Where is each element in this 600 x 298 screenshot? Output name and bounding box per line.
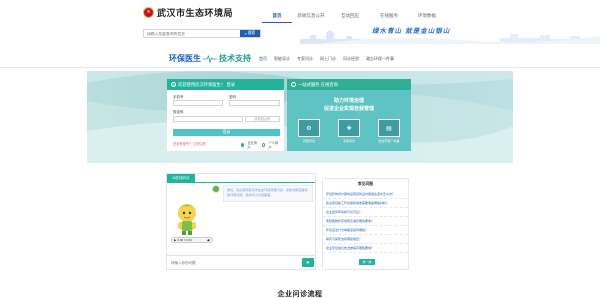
- nav-item-interaction[interactable]: 互动回应: [330, 11, 370, 23]
- refresh-faq-button[interactable]: 换一换: [359, 259, 375, 265]
- user-icon: ☺: [171, 82, 176, 87]
- search-input[interactable]: [144, 30, 240, 37]
- faq-item[interactable]: 企业如何申请排污许可证？: [323, 208, 408, 217]
- subnav-item-guide[interactable]: 智能导诊: [274, 56, 290, 62]
- service-item-one-thing[interactable]: ▤ 政企环保一件事: [372, 119, 406, 143]
- service-item-label: 专家问诊: [342, 139, 355, 143]
- document-icon: ▤: [378, 119, 400, 137]
- tab-ai-consult[interactable]: AI在线问诊: [167, 174, 195, 182]
- service-item-smart[interactable]: ⚙ 智能问诊: [292, 119, 326, 143]
- nav-item-news[interactable]: 新闻信息公开: [292, 11, 330, 23]
- faq-panel: 常见问题 环境影响评价审批后项目建设内容发生变化怎么办？ 建设项目竣工环境保护验…: [322, 178, 409, 270]
- nav-item-home[interactable]: 首页: [262, 11, 292, 23]
- chat-panel: AI在线问诊 你好，欢迎使用武汉市生态环境智能问诊！请告诉我您遇到的环保问题，我…: [166, 173, 316, 270]
- audio-player[interactable]: ▶ 0:00 / 0:00 ◀): [171, 237, 213, 243]
- service-item-label: 智能问诊: [302, 139, 315, 143]
- radio-personal[interactable]: [262, 143, 266, 147]
- section-nav: 首页 智能导诊 专家问诊 网上门诊 问诊经验 政企环保一件事: [259, 56, 394, 62]
- service-item-expert[interactable]: ✚ 专家问诊: [332, 119, 366, 143]
- subnav-item-expert[interactable]: 专家问诊: [297, 56, 313, 62]
- doctor-icon: ✚: [338, 119, 360, 137]
- subnav-item-clinic[interactable]: 网上门诊: [320, 56, 336, 62]
- brand-tagline: 技术支持: [219, 54, 251, 63]
- faq-item[interactable]: 危险废物贮存场所应满足哪些要求？: [323, 217, 408, 226]
- site-title: 武汉市生态环境局: [157, 9, 234, 19]
- service-item-label: 政企环保一件事: [378, 139, 400, 143]
- chat-input-bar: ➤: [167, 255, 316, 269]
- search-icon: ⌕: [244, 31, 247, 36]
- service-subtitle: 促进企业实现自我管理: [323, 106, 374, 112]
- captcha-label: 验证码: [173, 110, 184, 114]
- section-brand: 环保医生 技术支持: [169, 53, 251, 64]
- service-card: … 一站式服务 在线咨询 助力环境治理 促进企业实现自我管理 ⚙ 智能问诊 ✚ …: [287, 79, 411, 151]
- service-card-header: … 一站式服务 在线咨询: [287, 79, 411, 90]
- service-heading: 一站式服务 在线咨询: [298, 81, 338, 87]
- search-bar: ⌕ 搜索: [143, 29, 261, 38]
- login-footer: 还没有账号？ 立即注册 企业用户 个人用户: [173, 140, 280, 150]
- search-button-label: 搜索: [247, 31, 256, 35]
- main-nav: 首页 新闻信息公开 互动回应 在线服务 环境数据: [262, 11, 446, 23]
- subnav-item-experience[interactable]: 问诊经验: [343, 56, 359, 62]
- process-section-title: 企业问诊流程: [277, 291, 323, 298]
- send-button[interactable]: ➤: [302, 258, 314, 267]
- login-heading: 欢迎使用武汉环保医生！ 登录: [178, 81, 236, 87]
- user-type-group: 企业用户 个人用户: [241, 140, 280, 150]
- faq-item[interactable]: 噪声污染防治有哪些规定？: [323, 235, 408, 244]
- bot-message: 你好，欢迎使用武汉市生态环境智能问诊！请告诉我您遇到的环保问题，我将尽力为您解答…: [223, 185, 313, 202]
- search-button[interactable]: ⌕ 搜索: [240, 30, 260, 37]
- login-button[interactable]: 登录: [173, 129, 280, 136]
- radio-personal-label: 个人用户: [268, 141, 278, 150]
- service-title: 助力环境治理: [333, 98, 364, 104]
- send-icon: ➤: [305, 259, 311, 266]
- robot-icon: ⚙: [298, 119, 320, 137]
- tab-underline: [167, 182, 315, 183]
- heartbeat-icon: [203, 54, 217, 63]
- captcha-field[interactable]: [173, 116, 243, 122]
- faq-title: 常见问题: [357, 182, 374, 186]
- faq-list: 环境影响评价审批后项目建设内容发生变化怎么办？ 建设项目竣工环境保护验收需要准备…: [323, 190, 408, 253]
- nav-item-env-data[interactable]: 环境数据: [408, 11, 446, 23]
- chat-input[interactable]: [167, 258, 287, 268]
- emblem-icon: ★: [143, 7, 154, 18]
- volume-icon[interactable]: ◀): [207, 238, 212, 242]
- play-icon[interactable]: ▶: [174, 238, 176, 242]
- faq-item[interactable]: 环境影响评价审批后项目建设内容发生变化怎么办？: [323, 190, 408, 199]
- login-card: ☺ 欢迎使用武汉环保医生！ 登录 手机号 密码 验证码 获取验证码 登录 还没有…: [167, 79, 284, 151]
- radio-enterprise-label: 企业用户: [247, 141, 257, 150]
- faq-item[interactable]: 企业环境信息依法披露有哪些要求？: [323, 244, 408, 253]
- faq-item[interactable]: 环境违法行为举报途径有哪些？: [323, 226, 408, 235]
- site-logo[interactable]: ★ 武汉市生态环境局: [143, 6, 233, 19]
- chat-bubble-icon: …: [291, 82, 296, 87]
- service-items: ⚙ 智能问诊 ✚ 专家问诊 ▤ 政企环保一件事: [292, 119, 406, 143]
- password-field[interactable]: [229, 100, 280, 106]
- radio-enterprise[interactable]: [241, 143, 245, 147]
- bot-avatar: [212, 185, 220, 193]
- site-header: ★ 武汉市生态环境局 首页 新闻信息公开 互动回应 在线服务 环境数据: [0, 0, 600, 24]
- subnav-item-home[interactable]: 首页: [259, 56, 267, 62]
- username-field[interactable]: [173, 100, 223, 106]
- mascot-image: [178, 204, 196, 235]
- section-title-bar: 环保医生 技术支持 首页 智能导诊 专家问诊 网上门诊 问诊经验 政企环保一件事: [0, 50, 600, 68]
- banner-slogan: 绿水青山 就是金山银山: [372, 27, 451, 35]
- faq-item[interactable]: 建设项目竣工环境保护验收需要准备哪些材料？: [323, 199, 408, 208]
- nav-item-online-service[interactable]: 在线服务: [370, 11, 408, 23]
- login-card-header: ☺ 欢迎使用武汉环保医生！ 登录: [167, 79, 284, 90]
- divider: [0, 67, 600, 68]
- register-link[interactable]: 还没有账号？ 立即注册: [173, 141, 206, 146]
- subnav-item-one-thing[interactable]: 政企环保一件事: [366, 56, 394, 62]
- brand-name: 环保医生: [169, 54, 201, 63]
- audio-time: 0:00 / 0:00: [177, 238, 192, 242]
- search-strip: ⌕ 搜索 绿水青山 就是金山银山: [0, 24, 600, 44]
- get-code-button[interactable]: 获取验证码: [245, 116, 280, 122]
